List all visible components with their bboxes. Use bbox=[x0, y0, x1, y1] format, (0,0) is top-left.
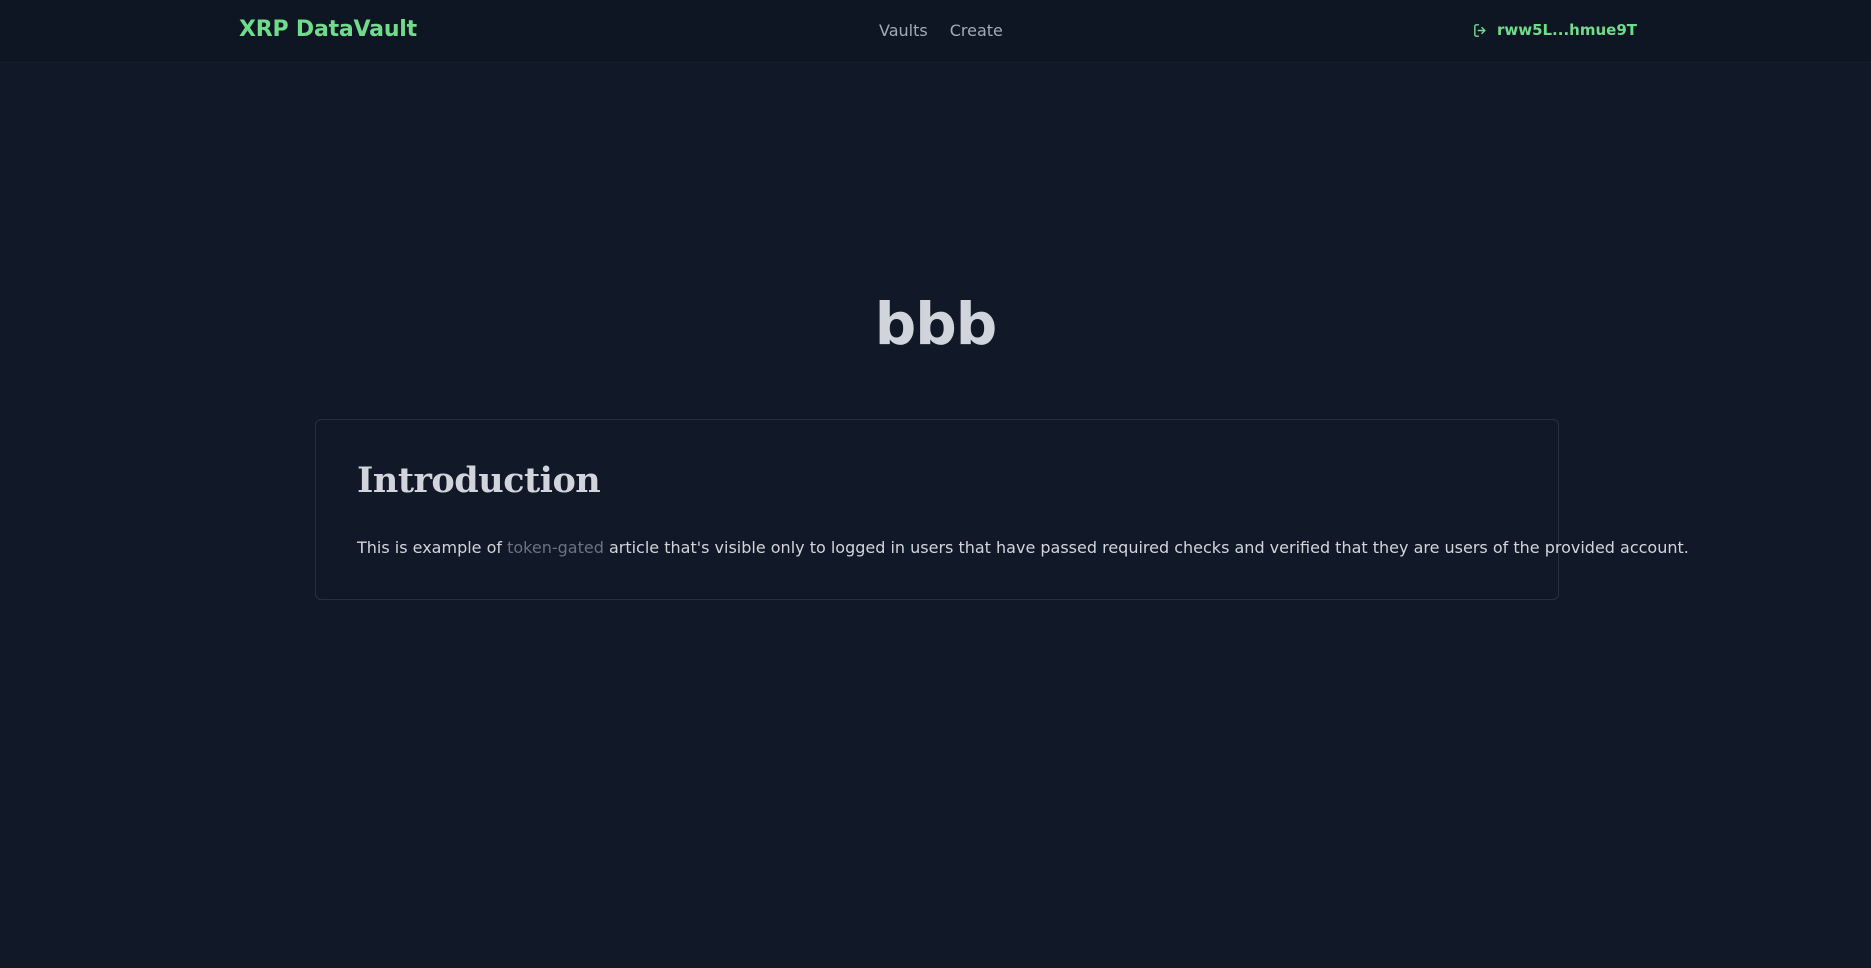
logout-icon bbox=[1474, 23, 1486, 37]
wallet-address: rww5L...hmue9T bbox=[1496, 21, 1637, 39]
page-title: bbb bbox=[874, 290, 998, 358]
article-card: Introduction This is example of token-ga… bbox=[315, 419, 1689, 600]
article-paragraph: This is example of token-gated article t… bbox=[357, 538, 1689, 557]
token-gated-link[interactable]: token-gated bbox=[507, 538, 604, 557]
main-nav: Vaults Create bbox=[879, 21, 1003, 40]
section-heading: Introduction bbox=[357, 460, 601, 501]
nav-link-create[interactable]: Create bbox=[950, 21, 1003, 40]
nav-link-vaults[interactable]: Vaults bbox=[879, 21, 928, 40]
brand-logo[interactable]: XRP DataVault bbox=[239, 17, 417, 42]
article-text-end: article that's visible only to logged in… bbox=[603, 538, 1689, 557]
article-text-start: This is example of bbox=[357, 538, 508, 557]
wallet-account-button[interactable]: rww5L...hmue9T bbox=[1472, 21, 1637, 39]
top-navbar: XRP DataVault Vaults Create rww5L...hmue… bbox=[0, 0, 1871, 63]
